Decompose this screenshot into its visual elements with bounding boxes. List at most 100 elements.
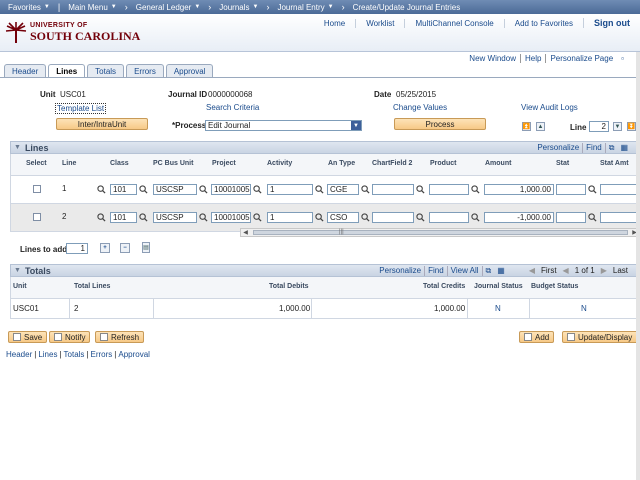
project-input[interactable]: 10001005: [211, 184, 251, 195]
chartfield2-input[interactable]: [372, 184, 414, 195]
home-link[interactable]: Home: [314, 19, 355, 28]
save-button[interactable]: Save: [8, 331, 48, 343]
personalize-page-link[interactable]: Personalize Page: [545, 54, 617, 63]
view-window-icon[interactable]: ⧉: [481, 265, 495, 276]
inter-intraunit-button[interactable]: Inter/IntraUnit: [56, 118, 148, 130]
stat-amt-input[interactable]: [600, 184, 640, 195]
footer-errors-link[interactable]: Errors: [91, 350, 113, 359]
change-values-link[interactable]: Change Values: [393, 103, 447, 112]
search-icon[interactable]: [416, 185, 425, 194]
view-audit-logs-link[interactable]: View Audit Logs: [521, 103, 578, 112]
nav-create-update[interactable]: Create/Update Journal Entries: [345, 3, 469, 12]
line-input[interactable]: 2: [589, 121, 609, 132]
activity-input[interactable]: 1: [267, 212, 313, 223]
search-icon[interactable]: [416, 213, 425, 222]
col-activity[interactable]: Activity: [267, 160, 292, 167]
grid-download-icon[interactable]: ▦: [494, 266, 508, 276]
stat-input[interactable]: [556, 212, 586, 223]
search-icon[interactable]: [361, 213, 370, 222]
search-icon[interactable]: [471, 185, 480, 194]
class-input[interactable]: 101: [110, 184, 137, 195]
stat-amt-input[interactable]: [600, 212, 640, 223]
search-icon[interactable]: [97, 185, 106, 194]
select-checkbox[interactable]: [33, 213, 41, 221]
multichannel-console-link[interactable]: MultiChannel Console: [404, 18, 503, 28]
pc-bus-unit-input[interactable]: USCSP: [153, 184, 197, 195]
scroll-thumb[interactable]: |||: [253, 229, 628, 235]
nav-favorites[interactable]: Favorites ▼: [0, 3, 58, 12]
notify-button[interactable]: Notify: [49, 331, 91, 343]
footer-header-link[interactable]: Header: [6, 350, 32, 359]
product-input[interactable]: [429, 212, 469, 223]
pc-bus-unit-input[interactable]: USCSP: [153, 212, 197, 223]
nav-general-ledger[interactable]: General Ledger ▼: [128, 3, 209, 12]
lines-to-add-input[interactable]: 1: [66, 243, 88, 254]
template-list-link[interactable]: Template List: [55, 103, 107, 114]
search-icon[interactable]: [253, 213, 262, 222]
footer-approval-link[interactable]: Approval: [118, 350, 150, 359]
search-icon[interactable]: [361, 185, 370, 194]
totals-find-link[interactable]: Find: [424, 265, 447, 276]
project-input[interactable]: 10001005: [211, 212, 251, 223]
tab-lines[interactable]: Lines: [48, 64, 86, 78]
search-icon[interactable]: [253, 185, 262, 194]
col-pc-bus-unit[interactable]: PC Bus Unit: [153, 160, 193, 167]
add-to-favorites-link[interactable]: Add to Favorites: [503, 18, 583, 28]
amount-input[interactable]: -1,000.00: [484, 212, 554, 223]
nav-journal-entry[interactable]: Journal Entry ▼: [269, 3, 341, 12]
tab-errors[interactable]: Errors: [126, 64, 164, 77]
search-icon[interactable]: [588, 213, 597, 222]
tab-approval[interactable]: Approval: [165, 64, 214, 77]
delete-line-icon[interactable]: −: [120, 243, 130, 253]
collapse-icon[interactable]: ▼: [14, 267, 21, 274]
search-icon[interactable]: [315, 185, 324, 194]
search-icon[interactable]: [471, 213, 480, 222]
sign-out-link[interactable]: Sign out: [583, 18, 640, 28]
col-stat[interactable]: Stat: [556, 160, 569, 167]
totals-view-all-link[interactable]: View All: [446, 265, 482, 276]
col-product[interactable]: Product: [430, 160, 456, 167]
add-button[interactable]: Add: [519, 331, 555, 343]
new-window-link[interactable]: New Window: [465, 54, 520, 63]
search-criteria-link[interactable]: Search Criteria: [206, 103, 259, 112]
nav-main-menu[interactable]: Main Menu ▼: [60, 3, 125, 12]
totals-personalize-link[interactable]: Personalize: [376, 266, 424, 276]
footer-totals-link[interactable]: Totals: [64, 350, 85, 359]
class-input[interactable]: 101: [110, 212, 137, 223]
col-an-type[interactable]: An Type: [328, 160, 355, 167]
chartfield2-input[interactable]: [372, 212, 414, 223]
page-icon[interactable]: ▫: [617, 54, 628, 63]
activity-input[interactable]: 1: [267, 184, 313, 195]
search-icon[interactable]: [199, 213, 208, 222]
process-select[interactable]: Edit Journal ▼: [205, 120, 362, 131]
calculator-icon[interactable]: ▤: [142, 242, 150, 253]
add-line-icon[interactable]: +: [100, 243, 110, 253]
help-link[interactable]: Help: [519, 54, 545, 63]
search-icon[interactable]: [199, 185, 208, 194]
lines-personalize-link[interactable]: Personalize: [534, 143, 582, 153]
tab-totals[interactable]: Totals: [87, 64, 125, 77]
search-icon[interactable]: [139, 213, 148, 222]
col-amount[interactable]: Amount: [485, 160, 511, 167]
an-type-input[interactable]: CSO: [327, 212, 359, 223]
grid-download-icon[interactable]: ▦: [617, 143, 631, 153]
worklist-link[interactable]: Worklist: [355, 18, 404, 28]
search-icon[interactable]: [97, 213, 106, 222]
first-line-icon[interactable]: ⏫: [522, 122, 531, 131]
amount-input[interactable]: 1,000.00: [484, 184, 554, 195]
footer-lines-link[interactable]: Lines: [38, 350, 57, 359]
last-line-icon[interactable]: ⏬: [627, 122, 636, 131]
search-icon[interactable]: [139, 185, 148, 194]
stat-input[interactable]: [556, 184, 586, 195]
view-window-icon[interactable]: ⧉: [604, 142, 618, 153]
nav-journals[interactable]: Journals ▼: [211, 3, 266, 12]
lines-find-link[interactable]: Find: [582, 142, 605, 153]
lines-horizontal-scrollbar[interactable]: ◀ ||| ▶: [240, 228, 640, 237]
update-display-button[interactable]: Update/Display: [562, 331, 638, 343]
select-checkbox[interactable]: [33, 185, 41, 193]
col-stat-amt[interactable]: Stat Amt: [600, 160, 629, 167]
scroll-left-icon[interactable]: ◀: [241, 229, 250, 236]
search-icon[interactable]: [588, 185, 597, 194]
tab-header[interactable]: Header: [4, 64, 47, 77]
product-input[interactable]: [429, 184, 469, 195]
